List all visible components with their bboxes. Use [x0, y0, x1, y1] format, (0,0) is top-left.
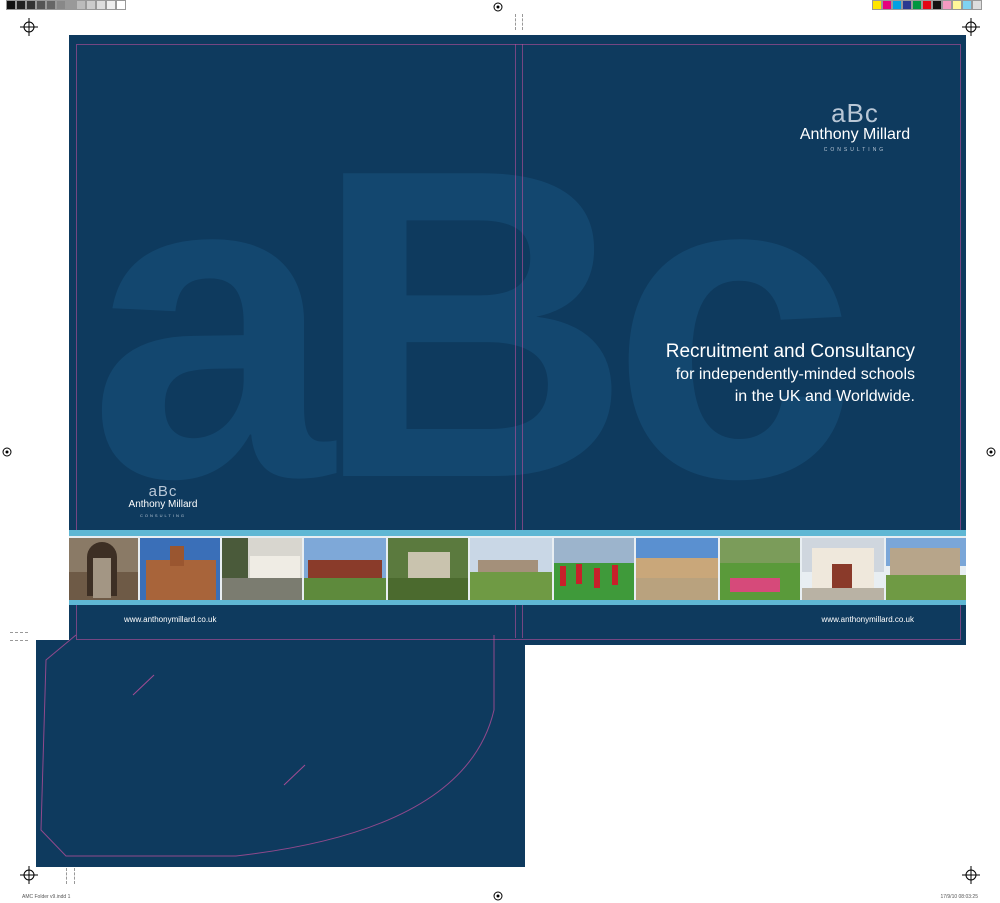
logo-left: aBc Anthony Millard CONSULTING	[118, 484, 208, 518]
headline-line1: Recruitment and Consultancy	[665, 341, 915, 362]
logo-sub: CONSULTING	[823, 147, 887, 153]
accent-band-bottom	[69, 600, 966, 605]
registration-mark-icon	[962, 18, 980, 36]
trim-tick	[66, 868, 68, 884]
photo-gothic-hall	[886, 538, 966, 600]
photo-picnic-lawn	[720, 538, 800, 600]
cmyk-colour-bar	[872, 0, 982, 10]
photo-students-field	[554, 538, 634, 600]
trim-tick	[10, 632, 28, 634]
photo-brick-chapel	[140, 538, 220, 600]
photo-school-grounds	[470, 538, 552, 600]
pocket-die-line	[40, 634, 495, 857]
grey-colour-bar	[6, 0, 126, 10]
registration-target-icon	[986, 447, 996, 457]
slug-right: 17/9/10 08:03:25	[940, 894, 978, 900]
logo-name: Anthony Millard	[128, 499, 198, 510]
logo-sub: CONSULTING	[140, 513, 186, 518]
headline: Recruitment and Consultancy for independ…	[580, 340, 915, 408]
trim-tick	[515, 14, 517, 30]
headline-line3: in the UK and Worldwide.	[734, 388, 915, 405]
logo-name: Anthony Millard	[799, 126, 911, 143]
website-left[interactable]: www.anthonymillard.co.uk	[124, 615, 216, 624]
logo-mark: aBc	[148, 483, 178, 500]
trim-tick	[522, 14, 524, 30]
logo-right: aBc Anthony Millard CONSULTING	[780, 100, 930, 153]
trim-tick	[10, 640, 28, 642]
registration-target-icon	[493, 2, 503, 12]
photo-cloister-arch	[69, 538, 138, 600]
photo-colonial-house	[304, 538, 386, 600]
headline-line2: for independently-minded schools	[675, 366, 915, 383]
registration-mark-icon	[20, 18, 38, 36]
photo-school-entrance	[802, 538, 884, 600]
trim-tick	[74, 868, 76, 884]
photo-stone-terrace	[636, 538, 718, 600]
registration-target-icon	[2, 447, 12, 457]
photo-stone-cottage	[388, 538, 468, 600]
slug-left: AMC Folder v9.indd 1	[22, 894, 71, 900]
registration-target-icon	[493, 891, 503, 901]
registration-mark-icon	[962, 866, 980, 884]
website-right[interactable]: www.anthonymillard.co.uk	[822, 615, 914, 624]
logo-mark: aBc	[831, 98, 879, 128]
registration-mark-icon	[20, 866, 38, 884]
photo-colonnade-palms	[222, 538, 302, 600]
